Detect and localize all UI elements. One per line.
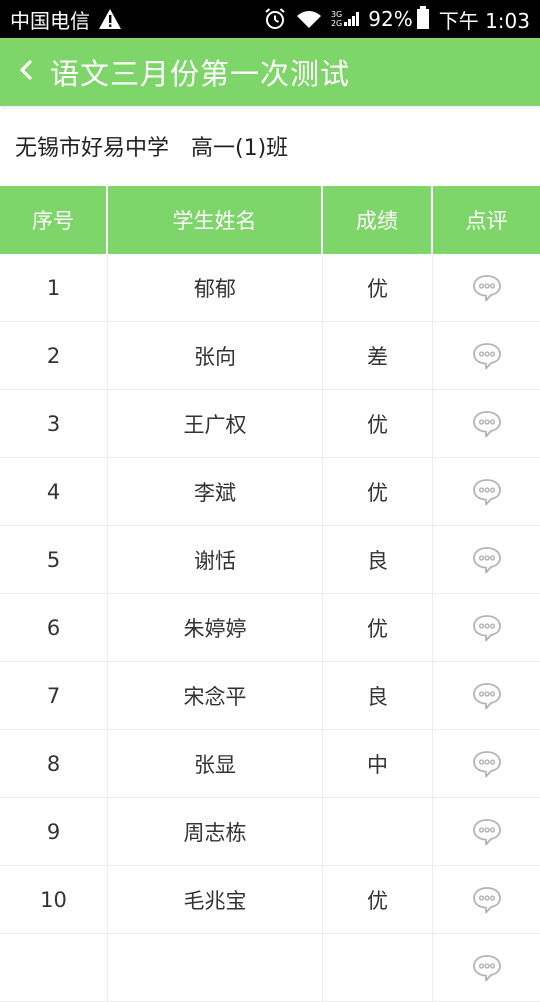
table-row[interactable]: 10 毛兆宝优 [0, 866, 540, 934]
speech-bubble-icon[interactable] [467, 336, 507, 376]
alarm-clock-icon [263, 7, 287, 31]
clock-time: 下午 1:03 [438, 8, 530, 33]
student-name: 毛兆宝 [108, 866, 323, 933]
row-number: 10 [0, 866, 108, 933]
comment-cell [433, 866, 540, 933]
comment-cell [433, 526, 540, 593]
row-number: 3 [0, 390, 108, 457]
comment-cell [433, 458, 540, 525]
student-name: 张向 [108, 322, 323, 389]
row-number: 1 [0, 254, 108, 321]
table-row[interactable]: 6 朱婷婷优 [0, 594, 540, 662]
speech-bubble-icon[interactable] [467, 812, 507, 852]
comment-cell [433, 390, 540, 457]
battery-icon [416, 6, 429, 29]
carrier-label: 中国电信 [10, 8, 90, 33]
student-grade: 良 [323, 526, 433, 593]
battery-percent: 92% [368, 7, 413, 31]
student-grade: 差 [323, 322, 433, 389]
table-row[interactable]: 3 王广权优 [0, 390, 540, 458]
table-row[interactable]: 4 李斌优 [0, 458, 540, 526]
comment-cell [433, 254, 540, 321]
student-name: 朱婷婷 [108, 594, 323, 661]
warning-icon [98, 8, 122, 30]
comment-cell [433, 934, 540, 1001]
table-row[interactable]: 5 谢恬良 [0, 526, 540, 594]
row-number: 2 [0, 322, 108, 389]
comment-cell [433, 798, 540, 865]
speech-bubble-icon[interactable] [467, 268, 507, 308]
header-grade: 成绩 [323, 186, 433, 254]
comment-cell [433, 662, 540, 729]
header-number: 序号 [0, 186, 108, 254]
row-number: 9 [0, 798, 108, 865]
speech-bubble-icon[interactable] [467, 880, 507, 920]
class-name: 高一(1)班 [191, 136, 289, 161]
status-left: 中国电信 [10, 0, 122, 38]
student-name: 王广权 [108, 390, 323, 457]
wifi-icon [295, 8, 323, 30]
status-bar: 中国电信 3G 2G 92% 下午 1:03 [0, 0, 540, 38]
student-name: 郁郁 [108, 254, 323, 321]
signal-icon [344, 12, 360, 26]
back-button[interactable] [4, 38, 48, 106]
speech-bubble-icon[interactable] [467, 472, 507, 512]
table-header: 序号 学生姓名 成绩 点评 [0, 186, 540, 254]
comment-cell [433, 322, 540, 389]
student-grade: 优 [323, 866, 433, 933]
student-name: 谢恬 [108, 526, 323, 593]
status-right: 3G 2G 92% 下午 1:03 [263, 0, 530, 38]
comment-cell [433, 594, 540, 661]
row-number: 6 [0, 594, 108, 661]
chevron-left-icon [18, 58, 34, 86]
student-name: 周志栋 [108, 798, 323, 865]
network-top-label: 3G [330, 10, 343, 19]
student-grade: 中 [323, 730, 433, 797]
student-grade [323, 934, 433, 1001]
table-row[interactable]: 8 张显中 [0, 730, 540, 798]
table-row[interactable]: 1 郁郁优 [0, 254, 540, 322]
speech-bubble-icon[interactable] [467, 948, 507, 988]
speech-bubble-icon[interactable] [467, 404, 507, 444]
network-bottom-label: 2G [330, 19, 343, 28]
table-body: 1 郁郁优 2 张向差 3 王广权优 4 李斌优 5 谢恬良 6 朱婷婷优 7 宋念平良 8 张显中 9 周志栋 1… [0, 254, 540, 1002]
row-number: 4 [0, 458, 108, 525]
table-row[interactable]: 9 周志栋 [0, 798, 540, 866]
student-name [108, 934, 323, 1001]
speech-bubble-icon[interactable] [467, 540, 507, 580]
speech-bubble-icon[interactable] [467, 744, 507, 784]
header-student-name: 学生姓名 [108, 186, 323, 254]
row-number: 5 [0, 526, 108, 593]
student-name: 张显 [108, 730, 323, 797]
student-grade: 优 [323, 254, 433, 321]
row-number: 8 [0, 730, 108, 797]
speech-bubble-icon[interactable] [467, 676, 507, 716]
table-row[interactable] [0, 934, 540, 1002]
student-grade: 优 [323, 458, 433, 525]
school-name: 无锡市好易中学 [15, 136, 170, 161]
network-type-label: 3G 2G [331, 10, 342, 28]
app-header: 语文三月份第一次测试 [0, 38, 540, 106]
page-title: 语文三月份第一次测试 [50, 57, 351, 91]
student-name: 宋念平 [108, 662, 323, 729]
class-info-bar: 无锡市好易中学 高一(1)班 [0, 106, 540, 186]
student-grade [323, 798, 433, 865]
student-grade: 良 [323, 662, 433, 729]
grades-table: 序号 学生姓名 成绩 点评 1 郁郁优 2 张向差 3 王广权优 4 李斌优 5 谢恬良 6 朱婷婷优… [0, 186, 540, 1002]
comment-cell [433, 730, 540, 797]
student-grade: 优 [323, 594, 433, 661]
table-row[interactable]: 2 张向差 [0, 322, 540, 390]
row-number: 7 [0, 662, 108, 729]
student-name: 李斌 [108, 458, 323, 525]
student-grade: 优 [323, 390, 433, 457]
table-row[interactable]: 7 宋念平良 [0, 662, 540, 730]
speech-bubble-icon[interactable] [467, 608, 507, 648]
header-comment: 点评 [465, 209, 508, 233]
row-number [0, 934, 108, 1001]
